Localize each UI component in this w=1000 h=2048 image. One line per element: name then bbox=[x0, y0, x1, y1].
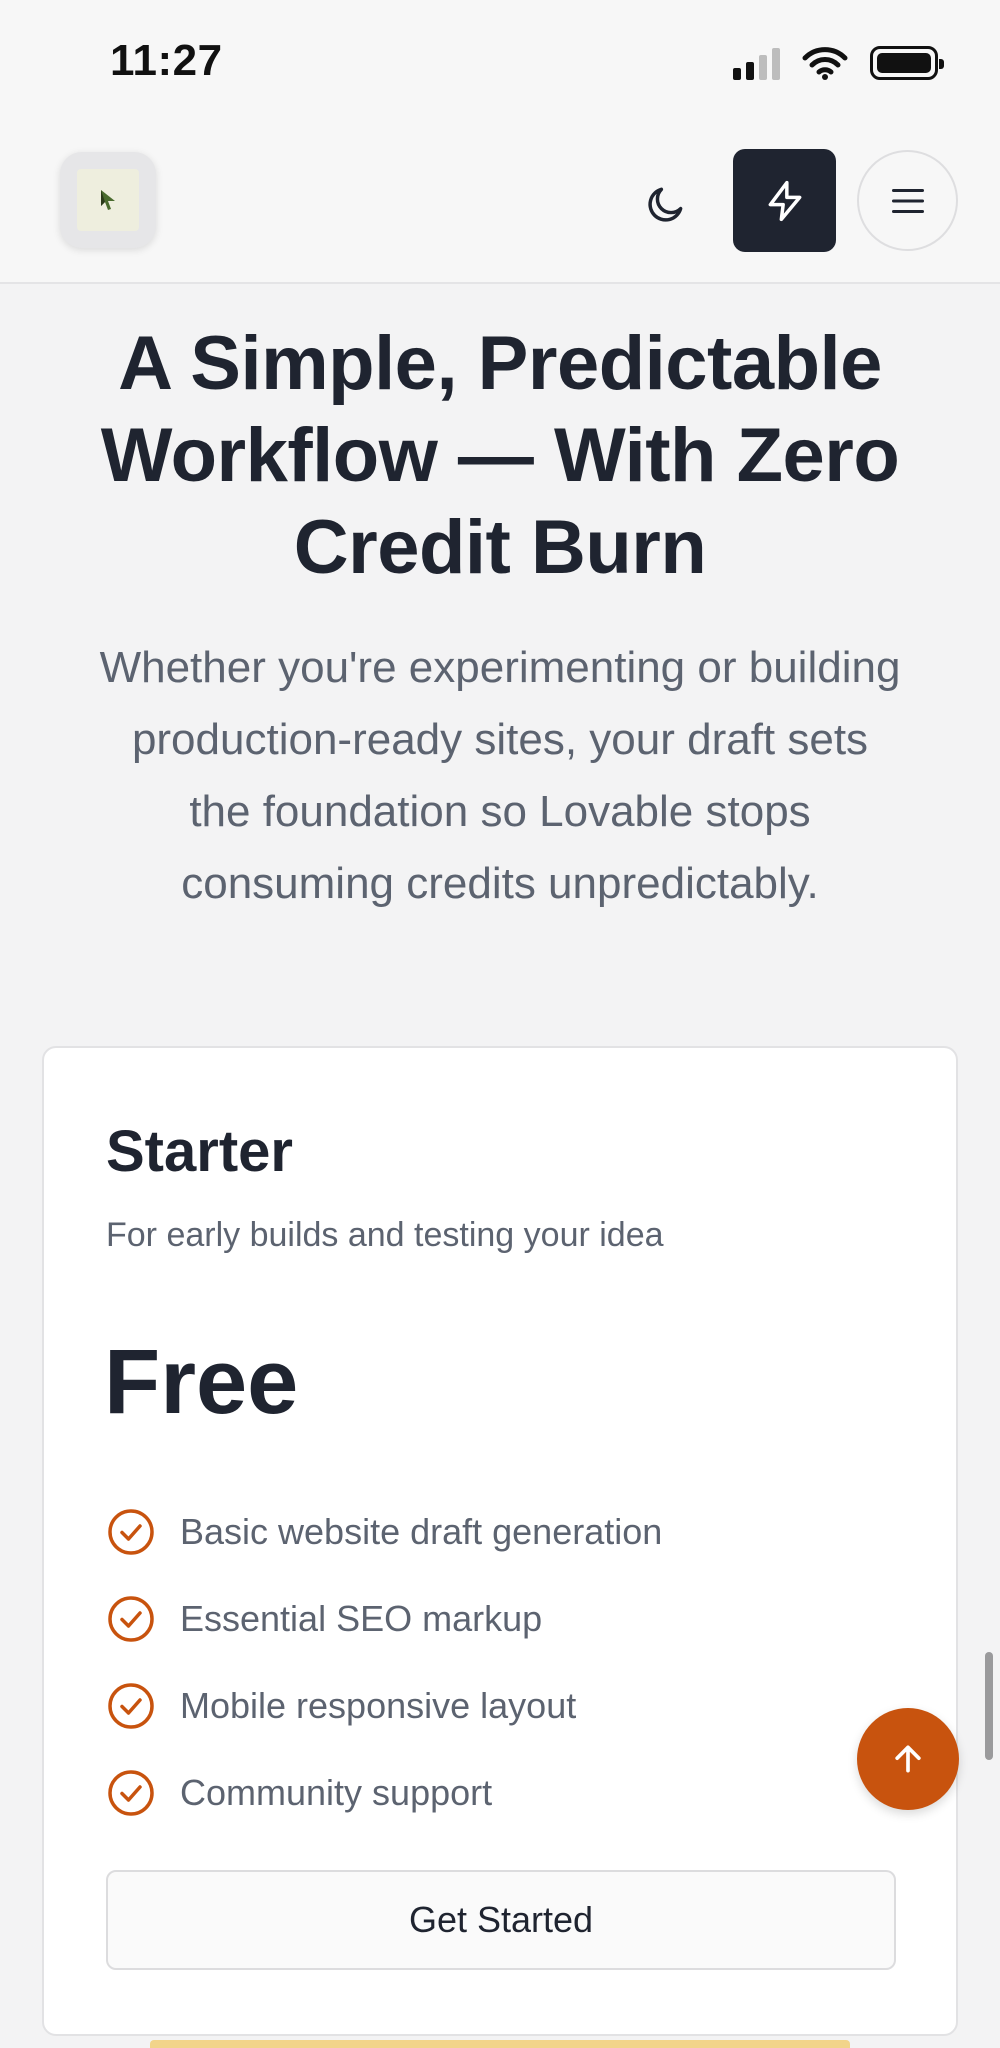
page-subtitle: Whether you're experimenting or building… bbox=[40, 632, 960, 920]
scroll-to-top-button[interactable] bbox=[857, 1708, 959, 1810]
check-circle-icon bbox=[108, 1595, 154, 1642]
theme-toggle-button[interactable] bbox=[630, 168, 702, 240]
feature-label: Community support bbox=[180, 1771, 493, 1813]
feature-item: Essential SEO markup bbox=[106, 1575, 662, 1662]
plan-name: Starter bbox=[106, 1119, 293, 1184]
headline-line: Workflow — With Zero bbox=[100, 413, 900, 498]
pricing-card-starter: Starter For early builds and testing you… bbox=[42, 1046, 958, 2036]
plan-description: For early builds and testing your idea bbox=[106, 1216, 664, 1254]
feature-item: Mobile responsive layout bbox=[106, 1662, 662, 1749]
feature-item: Community support bbox=[106, 1749, 662, 1836]
lightning-bolt-icon bbox=[768, 180, 801, 221]
headline-line: A Simple, Predictable bbox=[118, 321, 882, 406]
status-time: 11:27 bbox=[110, 36, 223, 85]
feature-list: Basic website draft generation Essential… bbox=[106, 1488, 662, 1836]
feature-label: Basic website draft generation bbox=[180, 1510, 663, 1552]
quick-action-button[interactable] bbox=[733, 149, 836, 252]
subtitle-line: the foundation so Lovable stops bbox=[189, 787, 811, 836]
status-icons bbox=[733, 46, 944, 80]
next-card-edge bbox=[150, 2040, 850, 2048]
check-circle-icon bbox=[108, 1508, 154, 1555]
get-started-button[interactable]: Get Started bbox=[106, 1870, 896, 1970]
arrow-up-icon bbox=[895, 1745, 921, 1773]
menu-button[interactable] bbox=[857, 150, 958, 251]
subtitle-line: consuming credits unpredictably. bbox=[181, 859, 819, 908]
check-circle-icon bbox=[108, 1682, 154, 1729]
page-title: A Simple, Predictable Workflow — With Ze… bbox=[40, 318, 960, 594]
cellular-signal-icon bbox=[733, 46, 780, 80]
site-logo[interactable] bbox=[60, 152, 156, 248]
subtitle-line: production-ready sites, your draft sets bbox=[131, 715, 869, 764]
feature-label: Mobile responsive layout bbox=[180, 1684, 577, 1726]
battery-icon bbox=[870, 46, 944, 80]
plan-price: Free bbox=[104, 1331, 299, 1433]
subtitle-line: Whether you're experimenting or building bbox=[99, 643, 901, 692]
moon-icon bbox=[648, 187, 683, 222]
cursor-logo-icon bbox=[77, 169, 139, 231]
status-bar: 11:27 bbox=[0, 0, 1000, 130]
check-circle-icon bbox=[108, 1769, 154, 1816]
hamburger-menu-icon bbox=[891, 188, 924, 213]
top-nav-bar bbox=[0, 130, 1000, 284]
headline-line: Credit Burn bbox=[293, 505, 707, 590]
feature-label: Essential SEO markup bbox=[180, 1597, 543, 1639]
feature-item: Basic website draft generation bbox=[106, 1488, 662, 1575]
page-scrollbar[interactable] bbox=[985, 1652, 993, 1760]
wifi-icon bbox=[802, 47, 848, 80]
